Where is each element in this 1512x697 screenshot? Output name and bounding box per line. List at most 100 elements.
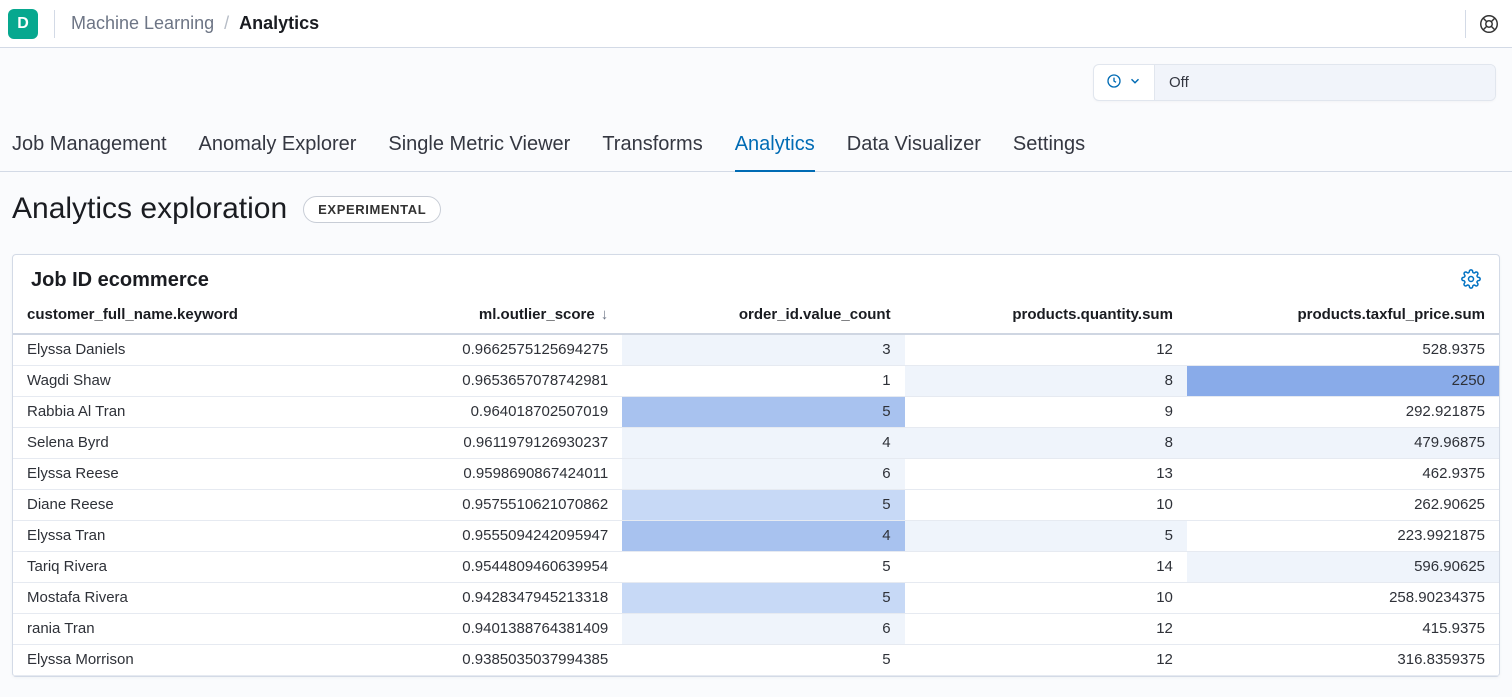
cell: 5 <box>622 644 904 675</box>
cell: 0.9428347945213318 <box>414 582 622 613</box>
time-picker-quick-select[interactable] <box>1094 65 1155 100</box>
cell: 258.90234375 <box>1187 582 1499 613</box>
tab-analytics[interactable]: Analytics <box>735 125 815 172</box>
cell: 596.90625 <box>1187 551 1499 582</box>
table-row[interactable]: Elyssa Morrison0.9385035037994385512316.… <box>13 644 1499 675</box>
cell: 12 <box>905 644 1187 675</box>
time-picker[interactable]: Off <box>1093 64 1496 101</box>
cell: 3 <box>622 334 904 365</box>
tab-data-visualizer[interactable]: Data Visualizer <box>847 125 981 171</box>
tab-single-metric-viewer[interactable]: Single Metric Viewer <box>388 125 570 171</box>
time-picker-range[interactable]: Off <box>1155 65 1495 100</box>
tab-anomaly-explorer[interactable]: Anomaly Explorer <box>199 125 357 171</box>
cell: 528.9375 <box>1187 334 1499 365</box>
cell: 2250 <box>1187 365 1499 396</box>
space-letter: D <box>17 15 29 33</box>
cell: 6 <box>622 613 904 644</box>
experimental-badge: EXPERIMENTAL <box>303 196 441 223</box>
cell: 5 <box>622 551 904 582</box>
cell: 292.921875 <box>1187 396 1499 427</box>
cell: Wagdi Shaw <box>13 365 414 396</box>
breadcrumb-current: Analytics <box>239 13 319 34</box>
clock-icon <box>1106 73 1122 92</box>
column-header[interactable]: products.quantity.sum <box>905 298 1187 334</box>
topbar: D Machine Learning / Analytics <box>0 0 1512 48</box>
cell: 0.964018702507019 <box>414 396 622 427</box>
cell: 13 <box>905 458 1187 489</box>
column-header[interactable]: customer_full_name.keyword <box>13 298 414 334</box>
tab-transforms[interactable]: Transforms <box>602 125 702 171</box>
table-row[interactable]: Elyssa Daniels0.9662575125694275312528.9… <box>13 334 1499 365</box>
cell: Selena Byrd <box>13 427 414 458</box>
cell: rania Tran <box>13 613 414 644</box>
cell: 6 <box>622 458 904 489</box>
cell: Elyssa Daniels <box>13 334 414 365</box>
column-header[interactable]: order_id.value_count <box>622 298 904 334</box>
divider <box>54 10 55 38</box>
chevron-down-icon <box>1128 74 1142 91</box>
table-row[interactable]: Mostafa Rivera0.9428347945213318510258.9… <box>13 582 1499 613</box>
cell: 10 <box>905 582 1187 613</box>
cell: 4 <box>622 520 904 551</box>
cell: 0.9598690867424011 <box>414 458 622 489</box>
cell: 4 <box>622 427 904 458</box>
time-picker-value: Off <box>1169 74 1189 91</box>
cell: 0.9555094242095947 <box>414 520 622 551</box>
breadcrumb: Machine Learning / Analytics <box>71 13 319 34</box>
cell: Mostafa Rivera <box>13 582 414 613</box>
page-header: Analytics exploration EXPERIMENTAL <box>12 192 1500 226</box>
cell: 12 <box>905 613 1187 644</box>
tab-job-management[interactable]: Job Management <box>12 125 167 171</box>
cell: 14 <box>905 551 1187 582</box>
divider <box>1465 10 1466 38</box>
cell: 10 <box>905 489 1187 520</box>
sort-descending-icon: ↓ <box>601 306 609 323</box>
cell: Elyssa Tran <box>13 520 414 551</box>
tab-settings[interactable]: Settings <box>1013 125 1085 171</box>
cell: Elyssa Morrison <box>13 644 414 675</box>
cell: Tariq Rivera <box>13 551 414 582</box>
column-header[interactable]: ml.outlier_score↓ <box>414 298 622 334</box>
cell: Elyssa Reese <box>13 458 414 489</box>
cell: Rabbia Al Tran <box>13 396 414 427</box>
cell: 0.9662575125694275 <box>414 334 622 365</box>
cell: 8 <box>905 365 1187 396</box>
table-row[interactable]: Tariq Rivera0.9544809460639954514596.906… <box>13 551 1499 582</box>
tabs: Job Management Anomaly Explorer Single Met… <box>0 101 1512 172</box>
cell: 0.9385035037994385 <box>414 644 622 675</box>
cell: Diane Reese <box>13 489 414 520</box>
results-table: customer_full_name.keywordml.outlier_sco… <box>13 298 1499 676</box>
cell: 479.96875 <box>1187 427 1499 458</box>
cell: 415.9375 <box>1187 613 1499 644</box>
table-row[interactable]: Wagdi Shaw0.9653657078742981182250 <box>13 365 1499 396</box>
page-title: Analytics exploration <box>12 192 287 226</box>
table-row[interactable]: rania Tran0.9401388764381409612415.9375 <box>13 613 1499 644</box>
table-row[interactable]: Elyssa Tran0.955509424209594745223.99218… <box>13 520 1499 551</box>
cell: 5 <box>622 582 904 613</box>
cell: 0.9575510621070862 <box>414 489 622 520</box>
column-header[interactable]: products.taxful_price.sum <box>1187 298 1499 334</box>
space-selector[interactable]: D <box>8 9 38 39</box>
cell: 0.9544809460639954 <box>414 551 622 582</box>
cell: 462.9375 <box>1187 458 1499 489</box>
cell: 0.9653657078742981 <box>414 365 622 396</box>
table-row[interactable]: Elyssa Reese0.9598690867424011613462.937… <box>13 458 1499 489</box>
results-panel: Job ID ecommerce customer_full_name.keyw… <box>12 254 1500 677</box>
table-row[interactable]: Rabbia Al Tran0.96401870250701959292.921… <box>13 396 1499 427</box>
cell: 316.8359375 <box>1187 644 1499 675</box>
cell: 5 <box>622 489 904 520</box>
page-body: Analytics exploration EXPERIMENTAL Job I… <box>0 172 1512 697</box>
cell: 9 <box>905 396 1187 427</box>
cell: 0.9611979126930237 <box>414 427 622 458</box>
breadcrumb-parent[interactable]: Machine Learning <box>71 13 214 34</box>
panel-title: Job ID ecommerce <box>31 269 209 292</box>
cell: 8 <box>905 427 1187 458</box>
help-icon[interactable] <box>1478 13 1500 35</box>
table-row[interactable]: Selena Byrd0.961197912693023748479.96875 <box>13 427 1499 458</box>
panel-header: Job ID ecommerce <box>13 255 1499 298</box>
gear-icon[interactable] <box>1461 269 1481 292</box>
breadcrumb-separator: / <box>224 13 229 34</box>
toolbar: Off <box>0 48 1512 101</box>
cell: 5 <box>905 520 1187 551</box>
table-row[interactable]: Diane Reese0.9575510621070862510262.9062… <box>13 489 1499 520</box>
